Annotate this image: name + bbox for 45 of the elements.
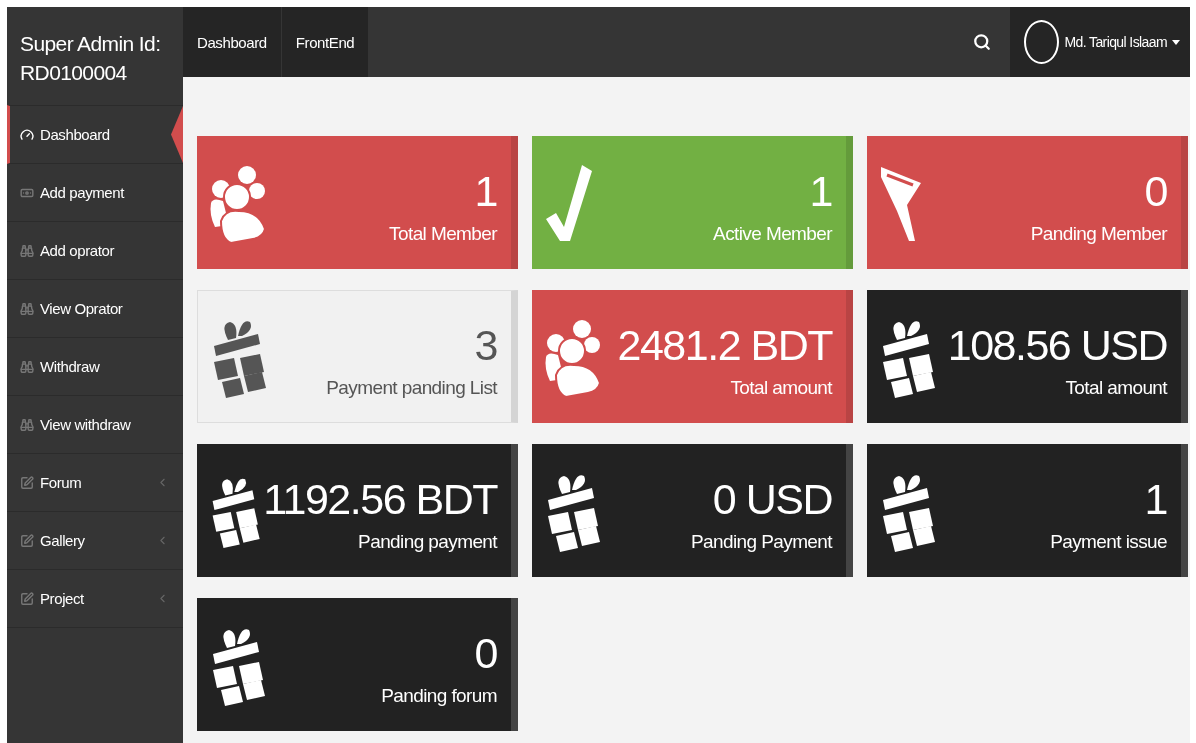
item-label: Dashboard	[40, 126, 111, 143]
item-label: Withdraw	[40, 358, 101, 375]
stat-value: 3	[474, 319, 497, 371]
stat-value: 108.56 USD	[947, 319, 1167, 371]
binoculars-icon	[20, 243, 34, 258]
binoculars-icon	[20, 359, 34, 374]
stat-value: 1	[809, 165, 832, 217]
item-label: Project	[40, 590, 85, 607]
stat-label: Panding forum	[381, 684, 497, 707]
stat-value: 1	[474, 165, 497, 217]
stat-label: Panding Payment	[691, 530, 832, 553]
item-label: View withdraw	[40, 416, 132, 433]
stat-value: 1192.56 BDT	[263, 473, 497, 525]
search-icon	[973, 33, 992, 51]
stat-value: 0 USD	[712, 473, 832, 525]
item-label: Add oprator	[40, 242, 116, 259]
stat-label: Active Member	[713, 222, 832, 245]
check-icon	[544, 162, 594, 243]
item-label: Add payment	[40, 184, 126, 201]
item-label: View Oprator	[40, 300, 124, 317]
stat-label: Total Member	[389, 222, 497, 245]
edit-icon	[20, 533, 34, 548]
stat-label: Total amount	[730, 376, 832, 399]
active-pointer-icon	[171, 106, 183, 163]
item-label: Forum	[40, 474, 83, 491]
stat-label: Panding Member	[1030, 222, 1167, 245]
avatar	[1024, 20, 1060, 64]
stat-label: Panding payment	[358, 530, 497, 553]
caret-icon	[1172, 39, 1180, 45]
edit-icon	[20, 475, 34, 490]
stat-value: 1	[1144, 473, 1167, 525]
stat-value: 0	[1144, 165, 1167, 217]
nav-link[interactable]: Dashboard	[183, 7, 282, 77]
nav-link[interactable]: FrontEnd	[281, 7, 370, 77]
stat-label: Payment panding List	[326, 376, 497, 399]
stat-label: Payment issue	[1050, 530, 1167, 553]
binoculars-icon	[20, 417, 34, 432]
stat-label: Total amount	[1065, 376, 1167, 399]
user-menu[interactable]: Md. Tariqul Islaam	[1010, 7, 1190, 77]
stat-value: 0	[474, 627, 497, 679]
item-label: Gallery	[40, 532, 86, 549]
binoculars-icon	[20, 301, 34, 316]
edit-icon	[20, 591, 34, 606]
gauge-icon	[20, 127, 34, 142]
stat-value: 2481.2 BDT	[617, 319, 832, 371]
